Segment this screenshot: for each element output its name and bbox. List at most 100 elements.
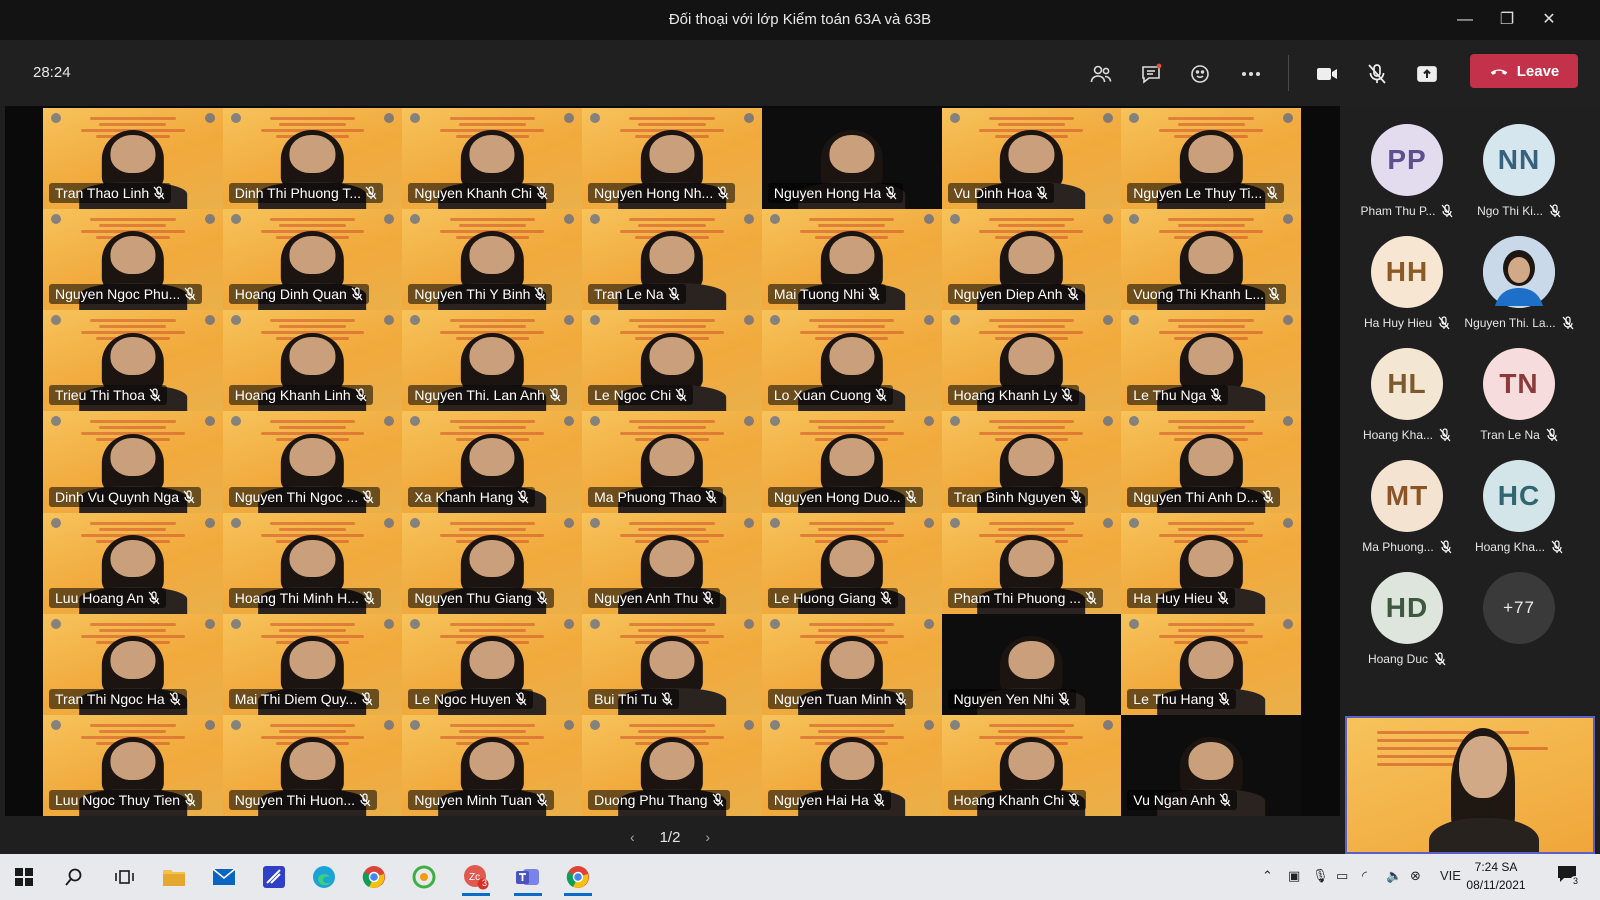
participant-video-tile[interactable]: Tran Le Na [582,209,762,311]
participant-video-tile[interactable]: Nguyen Hai Ha [761,714,942,816]
participant-video-tile[interactable]: Tran Thi Ngoc Ha [43,613,223,715]
participant-video-tile[interactable]: Dinh Thi Phuong T... [222,108,403,210]
microphone-icon[interactable]: 🎙 [1312,868,1329,884]
reactions-button[interactable] [1184,57,1218,91]
participant-video-tile[interactable]: Hoang Khanh Linh [222,310,403,412]
participant-video-tile[interactable]: Luu Ngoc Thuy Tien [43,714,223,816]
more-actions-button[interactable] [1234,57,1268,91]
participant-video-tile[interactable]: Mai Thi Diem Quy... [222,613,403,715]
camera-button[interactable] [1310,57,1344,91]
chat-button[interactable] [1134,57,1168,91]
file-explorer-button[interactable] [154,858,194,896]
task-view-button[interactable] [104,858,144,896]
participant-video-tile[interactable]: Nguyen Thi Ngoc ... [222,411,403,513]
participants-button[interactable] [1084,57,1118,91]
cancel-icon[interactable]: ⊗ [1410,868,1421,884]
participant-video-tile[interactable]: Nguyen Thi Anh D... [1121,411,1301,513]
restore-button[interactable]: ❐ [1492,6,1522,34]
participant-video-tile[interactable]: Hoang Dinh Quan [222,209,403,311]
rail-participant[interactable]: PP Pham Thu P... [1350,124,1464,218]
system-clock[interactable]: 7:24 SA 08/11/2021 [1456,858,1536,894]
participant-video-tile[interactable]: Tran Binh Nguyen [941,411,1122,513]
search-button[interactable] [54,858,94,896]
wifi-icon[interactable]: ◜ [1362,868,1367,884]
participant-video-tile[interactable]: Ha Huy Hieu [1121,512,1301,614]
participant-video-tile[interactable]: Hoang Khanh Ly [941,310,1122,412]
rail-participant[interactable]: HC Hoang Kha... [1462,460,1576,554]
minimize-button[interactable]: — [1450,6,1480,34]
participant-video-tile[interactable]: Nguyen Hong Nh... [582,108,762,210]
start-button[interactable] [4,858,44,896]
participant-video-tile[interactable]: Vu Ngan Anh [1121,714,1301,816]
leave-button[interactable]: Leave [1470,54,1578,88]
participant-video-tile[interactable]: Nguyen Thu Giang [402,512,583,614]
battery-icon[interactable]: ▭ [1336,868,1348,884]
participant-video-tile[interactable]: Dinh Vu Quynh Nga [43,411,223,513]
participant-video-tile[interactable]: Bui Thi Tu [582,613,762,715]
avatar-initials: PP [1387,144,1427,175]
participant-video-tile[interactable]: Le Huong Giang [761,512,942,614]
chevron-up-icon[interactable]: ⌃ [1262,868,1273,884]
close-button[interactable]: ✕ [1534,6,1564,34]
device-icon[interactable]: ▣ [1288,868,1300,884]
volume-icon[interactable]: 🔈 [1386,868,1402,884]
participant-video-tile[interactable]: Vuong Thi Khanh L... [1121,209,1301,311]
green-app-button[interactable] [404,858,444,896]
participant-video-tile[interactable]: Le Thu Nga [1121,310,1301,412]
rail-participant[interactable]: MT Ma Phuong... [1350,460,1464,554]
school-logo-icon [1103,214,1114,225]
participant-video-tile[interactable]: Nguyen Yen Nhi [941,613,1122,715]
participant-video-tile[interactable]: Pham Thi Phuong ... [941,512,1122,614]
previous-page-button[interactable]: ‹ [630,829,635,845]
rail-participant[interactable]: HH Ha Huy Hieu [1350,236,1464,330]
participant-video-tile[interactable]: Tran Thao Linh [43,108,223,210]
participant-video-tile[interactable]: Nguyen Hong Duo... [761,411,942,513]
participant-face [829,134,875,173]
participant-video-tile[interactable]: Luu Hoang An [43,512,223,614]
rail-participant[interactable]: NN Ngo Thi Ki... [1462,124,1576,218]
school-logo-icon [410,416,421,427]
participant-video-tile[interactable]: Nguyen Khanh Chi [402,108,583,210]
next-page-button[interactable]: › [705,829,710,845]
participant-video-tile[interactable]: Lo Xuan Cuong [761,310,942,412]
mic-button[interactable] [1360,57,1394,91]
participant-video-tile[interactable]: Nguyen Minh Tuan [402,714,583,816]
participant-video-tile[interactable]: Le Ngoc Huyen [402,613,583,715]
rail-participant[interactable]: HD Hoang Duc [1350,572,1464,666]
share-screen-button[interactable] [1410,57,1444,91]
teams-button[interactable] [508,858,548,896]
more-participants-button[interactable]: +77 [1462,572,1576,644]
participant-video-tile[interactable]: Nguyen Tuan Minh [761,613,942,715]
participant-video-tile[interactable]: Le Ngoc Chi [582,310,762,412]
notification-button[interactable]: 3 [1556,864,1586,890]
participant-video-tile[interactable]: Mai Tuong Nhi [761,209,942,311]
participant-video-tile[interactable]: Nguyen Thi Y Binh [402,209,583,311]
chrome-button[interactable] [354,858,394,896]
participant-video-tile[interactable]: Nguyen Diep Anh [941,209,1122,311]
edge-button[interactable] [304,858,344,896]
whiteboard-app-button[interactable] [254,858,294,896]
participant-video-tile[interactable]: Nguyen Ngoc Phu... [43,209,223,311]
participant-video-tile[interactable]: Nguyen Anh Thu [582,512,762,614]
participant-video-tile[interactable]: Duong Phu Thang [582,714,762,816]
participant-video-tile[interactable]: Ma Phuong Thao [582,411,762,513]
participant-video-tile[interactable]: Nguyen Hong Ha [761,108,942,210]
participant-video-tile[interactable]: Nguyen Le Thuy Ti... [1121,108,1301,210]
participant-video-tile[interactable]: Vu Dinh Hoa [941,108,1122,210]
zalo-button[interactable]: Zc 3 [456,858,496,896]
rail-participant[interactable]: Nguyen Thi. La... [1462,236,1576,330]
rail-participant[interactable]: HL Hoang Kha... [1350,348,1464,442]
rail-participant[interactable]: TN Tran Le Na [1462,348,1576,442]
participant-video-tile[interactable]: Trieu Thi Thoa [43,310,223,412]
self-view-video[interactable] [1345,716,1595,854]
participant-video-tile[interactable]: Xa Khanh Hang [402,411,583,513]
participant-video-tile[interactable]: Nguyen Thi Huon... [222,714,403,816]
participant-video-tile[interactable]: Hoang Khanh Chi [941,714,1122,816]
chrome-button-2[interactable] [558,858,598,896]
participant-video-tile[interactable]: Hoang Thi Minh H... [222,512,403,614]
participant-video-tile[interactable]: Le Thu Hang [1121,613,1301,715]
mic-off-icon [1438,316,1450,330]
school-logo-icon [51,214,61,225]
mail-button[interactable] [204,858,244,896]
participant-video-tile[interactable]: Nguyen Thi. Lan Anh [402,310,583,412]
